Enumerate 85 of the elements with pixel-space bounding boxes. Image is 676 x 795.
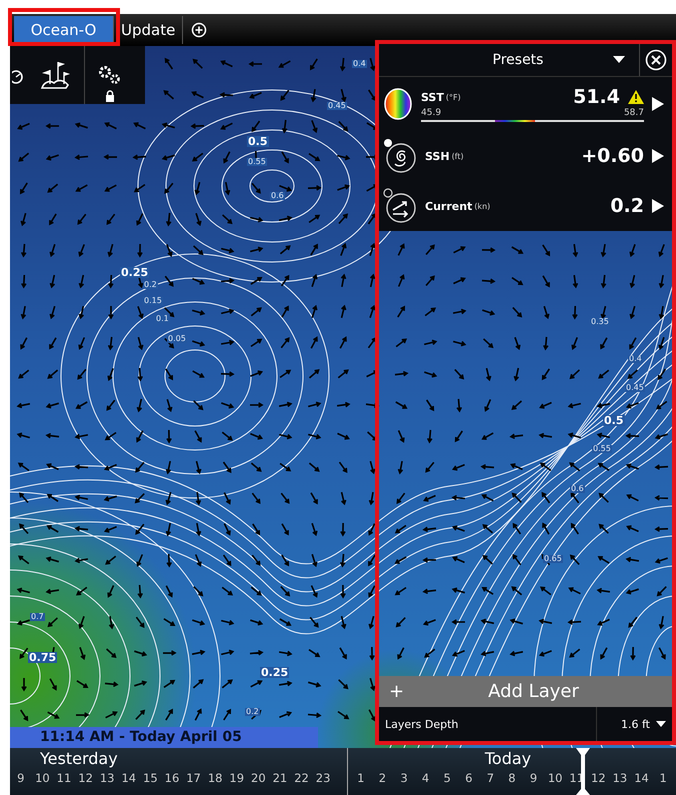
layer-row[interactable]: SST (°F) 51.4 45.9 58.7 bbox=[379, 77, 672, 131]
hour-label: 9 bbox=[528, 770, 538, 786]
hour-label: 12 bbox=[590, 770, 607, 786]
range-max: 58.7 bbox=[624, 108, 644, 118]
hour-label: 20 bbox=[250, 770, 267, 786]
play-icon[interactable] bbox=[652, 97, 664, 111]
hour-label: 4 bbox=[420, 770, 430, 786]
hour-label: 12 bbox=[77, 770, 94, 786]
contour-label: 0.55 bbox=[247, 158, 267, 166]
contour-label: 0.15 bbox=[143, 297, 163, 305]
layer-unit: (°F) bbox=[446, 92, 461, 102]
layer-name: SST bbox=[421, 90, 444, 104]
hour-label: 11 bbox=[56, 770, 72, 786]
contour-label: 0.7 bbox=[30, 613, 45, 621]
contour-label: 0.1 bbox=[155, 315, 170, 323]
hour-label: 10 bbox=[34, 770, 51, 786]
hour-label: 14 bbox=[120, 770, 138, 786]
contour-label: 0.6 bbox=[570, 485, 585, 493]
contour-label: 0.75 bbox=[28, 652, 58, 663]
hour-label: 5 bbox=[442, 770, 452, 786]
contour-label: 0.35 bbox=[590, 318, 610, 326]
add-tab-icon[interactable] bbox=[191, 22, 208, 38]
range-min: 45.9 bbox=[421, 108, 442, 118]
gears-icon[interactable] bbox=[97, 64, 121, 86]
contour-label: 0.4 bbox=[628, 355, 643, 363]
layer-value: +0.60 bbox=[581, 145, 644, 167]
close-icon[interactable] bbox=[645, 49, 667, 71]
hour-label: 10 bbox=[546, 770, 564, 786]
day-label: Yesterday bbox=[40, 748, 118, 770]
contour-label: 0.05 bbox=[167, 335, 187, 343]
layer-unit: (kn) bbox=[474, 202, 490, 210]
contour-label: 0.45 bbox=[327, 102, 347, 110]
hour-label: 3 bbox=[399, 770, 409, 786]
caret-icon[interactable] bbox=[656, 720, 666, 728]
layers-depth-label: Layers Depth bbox=[384, 718, 460, 730]
hour-label: 16 bbox=[164, 770, 180, 786]
time-label: 11:14 AM - Today April 05 bbox=[10, 727, 318, 748]
hour-label: 19 bbox=[228, 770, 246, 786]
hour-label: 13 bbox=[98, 770, 116, 786]
hour-label: 2 bbox=[378, 770, 388, 786]
contour-label: 0.6 bbox=[270, 192, 285, 200]
hour-label: 17 bbox=[185, 770, 202, 786]
hour-label: 22 bbox=[293, 770, 310, 786]
current-arrows-icon bbox=[383, 188, 417, 224]
depth-dropdown[interactable]: 1.6 ft bbox=[596, 707, 656, 741]
contour-label: 0.5 bbox=[603, 415, 624, 426]
layer-value: 0.2 bbox=[610, 195, 644, 217]
hour-label: 15 bbox=[142, 770, 159, 786]
layer-row[interactable]: SSH (ft) +0.60 bbox=[379, 131, 672, 181]
rainbow-icon bbox=[383, 87, 413, 121]
hour-label: 21 bbox=[272, 770, 288, 786]
swirl-icon bbox=[383, 138, 417, 174]
hour-label: 7 bbox=[486, 770, 496, 786]
contour-label: 0.5 bbox=[247, 136, 268, 147]
hour-label: 1 bbox=[356, 770, 366, 786]
add-layer-button[interactable]: + Add Layer bbox=[379, 676, 672, 707]
layer-row[interactable]: Current (kn) 0.2 bbox=[379, 181, 672, 231]
hour-label: 23 bbox=[314, 770, 332, 786]
hour-label: 14 bbox=[633, 770, 650, 786]
play-icon[interactable] bbox=[652, 199, 664, 213]
contour-label: 0.4 bbox=[352, 60, 367, 68]
hour-label: 6 bbox=[464, 770, 474, 786]
presets-dropdown[interactable]: Presets bbox=[379, 51, 613, 69]
tab[interactable]: Ocean-O bbox=[14, 16, 114, 44]
layer-name: Current bbox=[425, 200, 472, 212]
caret-icon[interactable] bbox=[613, 56, 625, 64]
layer-name: SSH bbox=[425, 150, 450, 162]
lock-icon bbox=[105, 90, 115, 102]
tab[interactable]: Update bbox=[114, 16, 184, 44]
layer-unit: (ft) bbox=[452, 152, 464, 160]
hour-label: 18 bbox=[206, 770, 224, 786]
hour-label: 9 bbox=[16, 770, 26, 786]
layer-value: 51.4 bbox=[573, 86, 620, 108]
day-label: Today bbox=[484, 748, 532, 770]
contour-label: 0.55 bbox=[592, 445, 612, 453]
hour-label: 8 bbox=[507, 770, 517, 786]
contour-label: 0.25 bbox=[120, 267, 150, 278]
contour-label: 0.25 bbox=[260, 667, 290, 678]
contour-label: 0.2 bbox=[143, 281, 158, 289]
contour-label: 0.45 bbox=[625, 384, 645, 392]
play-icon[interactable] bbox=[652, 149, 664, 163]
contour-label: 0.65 bbox=[543, 555, 563, 563]
hour-label: 13 bbox=[612, 770, 628, 786]
hour-label: 1 bbox=[658, 770, 668, 786]
contour-label: 0.2 bbox=[245, 708, 260, 716]
